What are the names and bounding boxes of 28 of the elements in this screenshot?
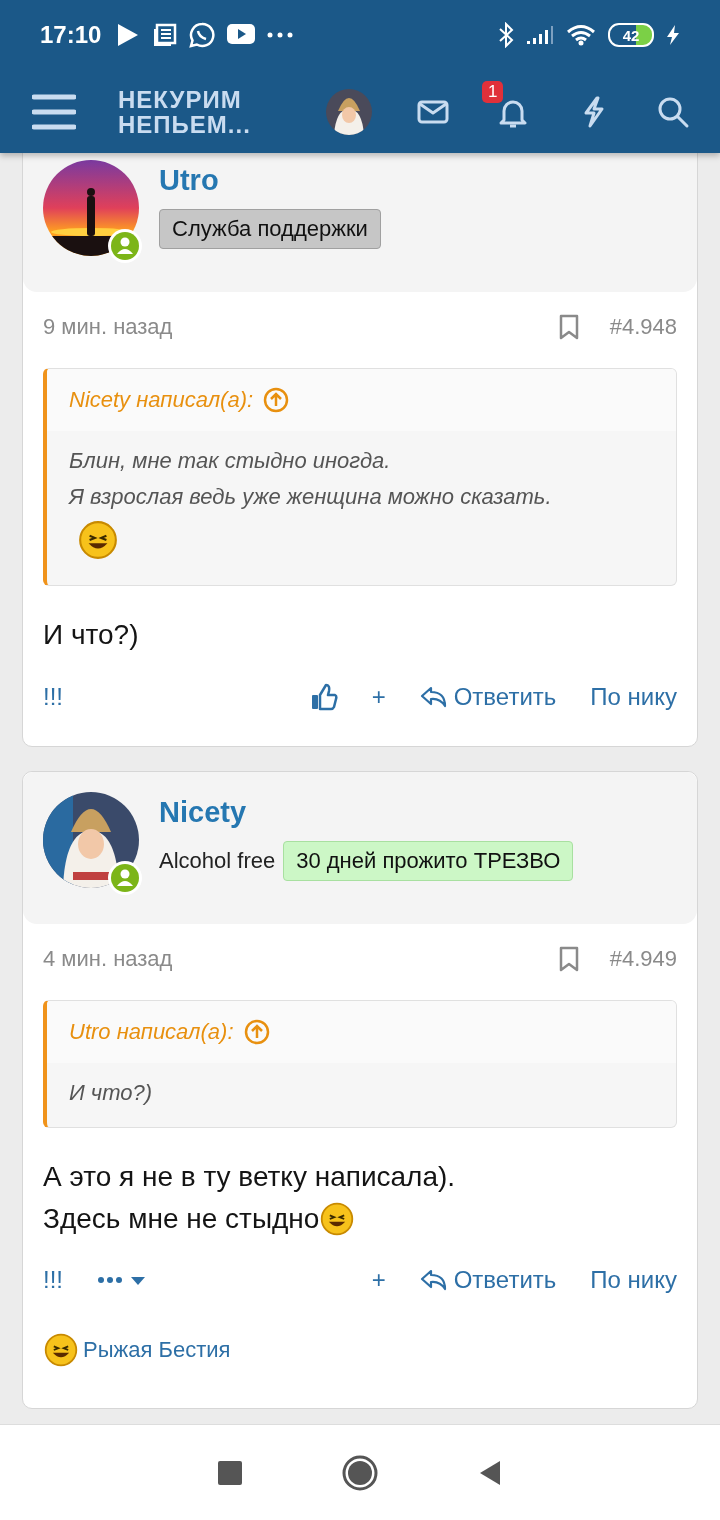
username[interactable]: Nicety <box>159 796 574 829</box>
post-text: И что?) <box>43 618 139 652</box>
status-time: 17:10 <box>40 21 102 49</box>
quote-text: Я взрослая ведь уже женщина можно сказать. <box>69 483 553 511</box>
reply-button[interactable]: Ответить <box>419 683 557 711</box>
quote-text: И что?) <box>69 1079 154 1107</box>
notification-count: 1 <box>482 80 504 103</box>
post-time[interactable]: 9 мин. назад <box>43 314 558 340</box>
post-number[interactable]: #4.948 <box>609 314 677 340</box>
post-number[interactable]: #4.949 <box>609 946 677 972</box>
post-time[interactable]: 4 мин. назад <box>43 946 558 972</box>
reaction-user-link[interactable]: Рыжая Бестия <box>83 1337 231 1363</box>
quote-text: Блин, мне так стыдно иногда. <box>69 447 392 475</box>
user-banner: 30 дней прожито ТРЕЗВО <box>283 841 574 881</box>
action-link[interactable]: + <box>371 1266 386 1294</box>
action-link[interactable]: По нику <box>590 1266 677 1294</box>
reply-button[interactable]: Ответить <box>419 1266 557 1294</box>
username[interactable]: Utro <box>159 164 381 197</box>
user-title: Alcohol free <box>159 848 276 874</box>
action-link[interactable]: !!! <box>43 1266 63 1294</box>
post-text: Здесь мне не стыдно <box>43 1202 320 1236</box>
battery-level: 42 <box>608 23 654 47</box>
user-banner: Служба поддержки <box>159 209 381 249</box>
action-link[interactable]: !!! <box>43 683 63 711</box>
post-text: А это я не в ту ветку написала). <box>43 1160 456 1194</box>
action-link[interactable]: По нику <box>590 683 677 711</box>
action-link[interactable]: + <box>371 683 386 711</box>
site-logo[interactable]: НЕКУРИМ НЕПЬЕМ... <box>118 86 251 137</box>
